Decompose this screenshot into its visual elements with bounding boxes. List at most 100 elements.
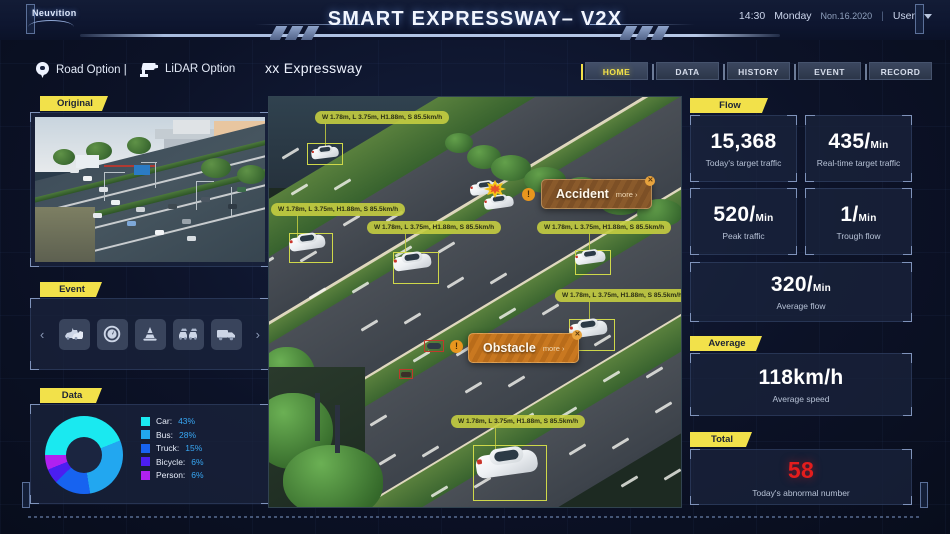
tab-bar: HOME DATA HISTORY EVENT RECORD (581, 62, 932, 80)
legend-swatch (141, 457, 150, 466)
event-collision-icon-button[interactable] (58, 318, 90, 350)
legend-value: 43% (178, 416, 196, 426)
bottom-frame-line (28, 516, 922, 518)
vehicle-label-3: W 1.78m, L 3.75m, H1.88m, S 85.5km/h (367, 221, 502, 234)
legend-label: Truck: (156, 443, 180, 453)
event-next-arrow[interactable]: › (256, 327, 260, 342)
vehicle-label-1: W 1.78m, L 3.75m, H1.88m, S 85.5km/h (315, 111, 450, 124)
legend-label: Bus: (156, 429, 174, 440)
traffic-cone-icon (143, 327, 157, 341)
legend-value: 28% (179, 429, 197, 440)
location-pin-icon (36, 62, 49, 78)
bottom-left-bracket (22, 482, 30, 508)
stat-value: 320/ (770, 273, 813, 296)
stat-average-speed: 118km/h Average speed (690, 353, 912, 416)
tab-record[interactable]: RECORD (865, 62, 932, 80)
donut-legend: Car: 43% Bus: 28% Truck: 15% Bicycle: 6% Person:… (141, 416, 204, 480)
stat-unit: Min (812, 283, 832, 294)
stat-average-flow: 320/Min Average flow (690, 262, 912, 322)
vehicle-label-5: W 1.78m, L 3.75m, H1.88m, S 85.5km/h (555, 289, 681, 302)
event-tag: Event (40, 282, 102, 297)
lane-dash (672, 506, 681, 507)
video-tree-5 (237, 164, 265, 184)
legend-swatch (141, 443, 150, 453)
stat-caption: Real-time target traffic (816, 157, 901, 168)
user-menu-label[interactable]: User (893, 10, 915, 22)
tab-event[interactable]: EVENT (794, 62, 861, 80)
stat-peak-traffic: 520/Min Peak traffic (690, 188, 797, 255)
header-status-area: 14:30 Monday Non.16.2020 | User (739, 10, 932, 22)
legend-label: Car: (156, 416, 173, 426)
legend-item: Person: 6% (141, 470, 204, 480)
legend-swatch (141, 470, 150, 480)
header-left-deco (270, 26, 330, 40)
accident-more-link[interactable]: more › (616, 190, 638, 199)
stat-unit: Min (755, 212, 774, 224)
obstacle-label: Obstacle (483, 341, 536, 355)
stat-unit: Min (870, 139, 889, 151)
stat-caption: Today's abnormal number (752, 487, 850, 498)
stat-today-target-traffic: 15,368 Today's target traffic (690, 115, 797, 182)
event-cone-icon-button[interactable] (134, 318, 166, 350)
accident-badge[interactable]: Accident more › ✕ (541, 176, 656, 209)
scene-post-2 (335, 405, 340, 453)
legend-swatch (141, 416, 150, 426)
stat-caption: Trough flow (836, 230, 881, 241)
lidar-3d-scene[interactable]: W 1.78m, L 3.75m, H1.88m, S 85.5km/h W 1… (268, 96, 682, 508)
stat-value: 435/ (828, 129, 871, 153)
tab-data[interactable]: DATA (652, 62, 719, 80)
app-header: Neuvition SMART EXPRESSWAY– V2X 14:30 Mo… (0, 0, 950, 46)
legend-label: Person: (156, 470, 186, 480)
stat-value: 1/ (840, 202, 859, 226)
event-congestion-icon-button[interactable] (172, 318, 204, 350)
stat-trough-flow: 1/Min Trough flow (805, 188, 912, 255)
scene-inner: W 1.78m, L 3.75m, H1.88m, S 85.5km/h W 1… (269, 97, 681, 507)
event-truck-icon-button[interactable] (210, 318, 242, 350)
vehicle-label-4: W 1.78m, L 3.75m, H1.88m, S 85.5km/h (537, 221, 672, 234)
speedometer-icon (103, 325, 121, 343)
donut-ring (45, 416, 123, 494)
bottom-right-bracket (920, 482, 928, 508)
scene-post-1 (315, 393, 320, 441)
clock-time: 14:30 (738, 10, 766, 22)
accident-warning-icon: ! (522, 188, 535, 201)
stat-value: 15,368 (710, 129, 777, 153)
header-separator: | (881, 10, 884, 22)
video-feed[interactable] (35, 117, 265, 262)
tab-history[interactable]: HISTORY (723, 62, 790, 80)
video-building-1 (173, 119, 210, 135)
scene-tree-5 (283, 445, 383, 507)
vehicle-label-6: W 1.78m, L 3.75m, H1.88m, S 85.5km/h (451, 415, 586, 428)
obstacle-more-link[interactable]: more › (543, 344, 565, 353)
event-speed-icon-button[interactable] (96, 318, 128, 350)
congestion-icon (179, 328, 197, 340)
legend-value: 6% (191, 470, 204, 480)
road-option-label: Road Option | (56, 64, 127, 76)
stat-unit: Min (858, 212, 877, 224)
data-panel: Car: 43% Bus: 28% Truck: 15% Bicycle: 6% Person:… (30, 404, 270, 504)
original-video-tag: Original video (40, 96, 108, 111)
header-right-deco (620, 26, 680, 40)
legend-item: Bicycle: 6% (141, 457, 204, 467)
legend-item: Bus: 28% (141, 430, 204, 440)
road-option-button[interactable]: Road Option | (36, 62, 127, 78)
lidar-option-label: LiDAR Option (165, 63, 236, 75)
chevron-down-icon[interactable] (924, 13, 932, 19)
clock-date: Non.16.2020 (820, 11, 873, 21)
legend-swatch (141, 430, 150, 439)
stat-realtime-target-traffic: 435/Min Real-time target traffic (805, 115, 912, 182)
video-embankment (35, 206, 95, 262)
video-board (76, 154, 100, 168)
tab-home[interactable]: HOME (581, 62, 648, 80)
lane-dash (663, 468, 681, 482)
stat-abnormal-total: 58 Today's abnormal number (690, 449, 912, 505)
vehicle-label-2: W 1.78m, L 3.75m, H1.88m, S 85.5km/h (271, 203, 406, 216)
obstacle-object-2 (401, 372, 411, 377)
lidar-option-button[interactable]: LiDAR Option (140, 62, 236, 77)
obstacle-badge[interactable]: Obstacle more › ✕ (468, 330, 583, 363)
original-video-panel[interactable] (30, 112, 270, 267)
stat-caption: Average speed (772, 393, 830, 404)
truck-icon (217, 329, 235, 340)
legend-item: Truck: 15% (141, 443, 204, 453)
stat-caption: Peak traffic (722, 230, 765, 241)
